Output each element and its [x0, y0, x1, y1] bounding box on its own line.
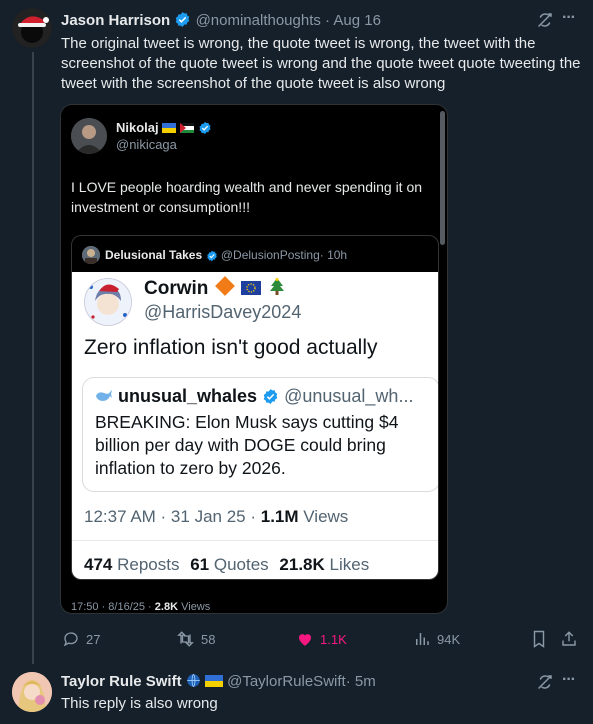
ukraine-flag-icon — [204, 675, 223, 687]
avatar-taylor-rule-swift[interactable] — [12, 672, 52, 712]
verified-badge-icon — [262, 388, 279, 410]
globe-icon — [186, 673, 201, 692]
whales-handle: @unusual_wh... — [284, 386, 414, 406]
reply-header: Taylor Rule Swift @TaylorRuleSwift· 5m — [61, 673, 376, 692]
christmas-tree-icon — [269, 278, 285, 302]
screenshot-views-count: 1.1M — [260, 507, 299, 526]
screenshot-header: Delusional Takes @DelusionPosting· 10h — [105, 248, 347, 265]
grok-icon[interactable] — [536, 11, 554, 29]
quoted-text: I LOVE people hoarding wealth and never … — [71, 179, 423, 215]
share-button[interactable] — [560, 630, 578, 648]
reply-count: 27 — [86, 631, 101, 647]
verified-badge-icon — [174, 11, 191, 32]
post-date[interactable]: Aug 16 — [333, 12, 381, 29]
more-options-icon[interactable]: ··· — [562, 9, 576, 27]
avatar-jason-harrison[interactable] — [12, 8, 52, 48]
screenshot-author-name: Delusional Takes — [105, 248, 203, 262]
views-chart-icon — [416, 633, 429, 645]
repost-icon — [177, 631, 194, 647]
views-count: 94K — [437, 631, 461, 647]
corwin-header: Corwin — [144, 276, 285, 302]
inner-quoted-tweet: unusual_whales @unusual_wh... BREAKING: … — [82, 377, 438, 492]
orange-diamond-icon — [214, 276, 235, 296]
quoted-tweet-card[interactable]: Nikolaj @nikicaga I LOVE people hoarding… — [60, 104, 448, 614]
ukraine-flag-icon — [162, 123, 177, 133]
like-button[interactable]: 1.1K — [296, 630, 347, 648]
screenshot-reposts-count: 474 — [84, 555, 113, 574]
reply-author-name[interactable]: Taylor Rule Swift — [61, 673, 182, 690]
avatar-corwin — [84, 278, 132, 326]
whales-text: BREAKING: Elon Musk says cutting $4 bill… — [95, 412, 399, 478]
screenshot-meta: 12:37 AM · 31 Jan 25 · 1.1M Views — [84, 507, 348, 527]
avatar-nikolaj[interactable] — [71, 118, 107, 154]
corwin-name: Corwin — [144, 278, 209, 299]
reply-text: This reply is also wrong — [61, 695, 218, 712]
whales-header: unusual_whales @unusual_wh... — [95, 386, 413, 410]
share-icon — [562, 631, 576, 646]
quoted-views-label: Views — [181, 601, 211, 613]
embedded-screenshot[interactable]: Delusional Takes @DelusionPosting· 10h C… — [71, 235, 439, 580]
screenshot-stats: 474 Reposts 61 Quotes 21.8K Likes — [84, 555, 369, 575]
repost-button[interactable]: 58 — [176, 630, 215, 648]
reply-button[interactable]: 27 — [62, 630, 100, 648]
reply-time[interactable]: · 5m — [346, 673, 376, 690]
screenshot-views-label: Views — [303, 507, 349, 526]
post-text: The original tweet is wrong, the quote t… — [61, 35, 581, 92]
reply-more-options-icon[interactable]: ··· — [562, 671, 576, 689]
screenshot-divider — [72, 540, 438, 541]
verified-badge-icon — [198, 121, 212, 138]
whale-icon — [95, 387, 113, 408]
avatar-delusional-takes — [82, 246, 100, 264]
heart-icon — [299, 634, 311, 646]
screenshot-quotes-label: Quotes — [213, 555, 269, 574]
screenshot-author-handle: @DelusionPosting — [220, 248, 320, 262]
screenshot-timestamp: 12:37 AM · 31 Jan 25 · — [84, 507, 256, 526]
quoted-header: Nikolaj — [116, 120, 212, 138]
grok-icon[interactable] — [536, 673, 554, 691]
screenshot-quotes-count: 61 — [190, 555, 210, 574]
like-count: 1.1K — [320, 631, 347, 647]
screenshot-reposts-label: Reposts — [117, 555, 180, 574]
eu-flag-icon — [240, 281, 261, 295]
palestine-flag-icon — [179, 123, 194, 133]
whales-name: unusual_whales — [118, 386, 258, 406]
views-button[interactable]: 94K — [413, 630, 460, 648]
verified-badge-icon — [206, 250, 218, 265]
quoted-author-name[interactable]: Nikolaj — [116, 120, 159, 135]
post-header: Jason Harrison @nominalthoughts · Aug 16 — [61, 11, 381, 32]
bookmark-button[interactable] — [531, 630, 547, 648]
corwin-handle: @HarrisDavey2024 — [144, 302, 302, 322]
screenshot-likes-label: Likes — [329, 555, 370, 574]
corwin-text: Zero inflation isn't good actually — [84, 336, 378, 359]
quoted-timestamp[interactable]: 17:50 · 8/16/25 · — [71, 601, 152, 613]
repost-count: 58 — [201, 631, 216, 647]
reply-author-handle[interactable]: @TaylorRuleSwift — [227, 673, 346, 690]
screenshot-likes-count: 21.8K — [279, 555, 325, 574]
screenshot-tweet-body: Corwin @HarrisDavey2024 Zero inflation i… — [72, 272, 438, 579]
author-name[interactable]: Jason Harrison — [61, 12, 170, 29]
author-handle[interactable]: @nominalthoughts — [196, 12, 321, 29]
quoted-author-handle[interactable]: @nikicaga — [116, 137, 177, 152]
quoted-footer: 17:50 · 8/16/25 · 2.8K Views — [71, 601, 210, 613]
thread-line — [32, 52, 34, 664]
quoted-views-count: 2.8K — [154, 601, 179, 613]
reply-icon — [63, 632, 78, 647]
bookmark-icon — [533, 630, 545, 648]
